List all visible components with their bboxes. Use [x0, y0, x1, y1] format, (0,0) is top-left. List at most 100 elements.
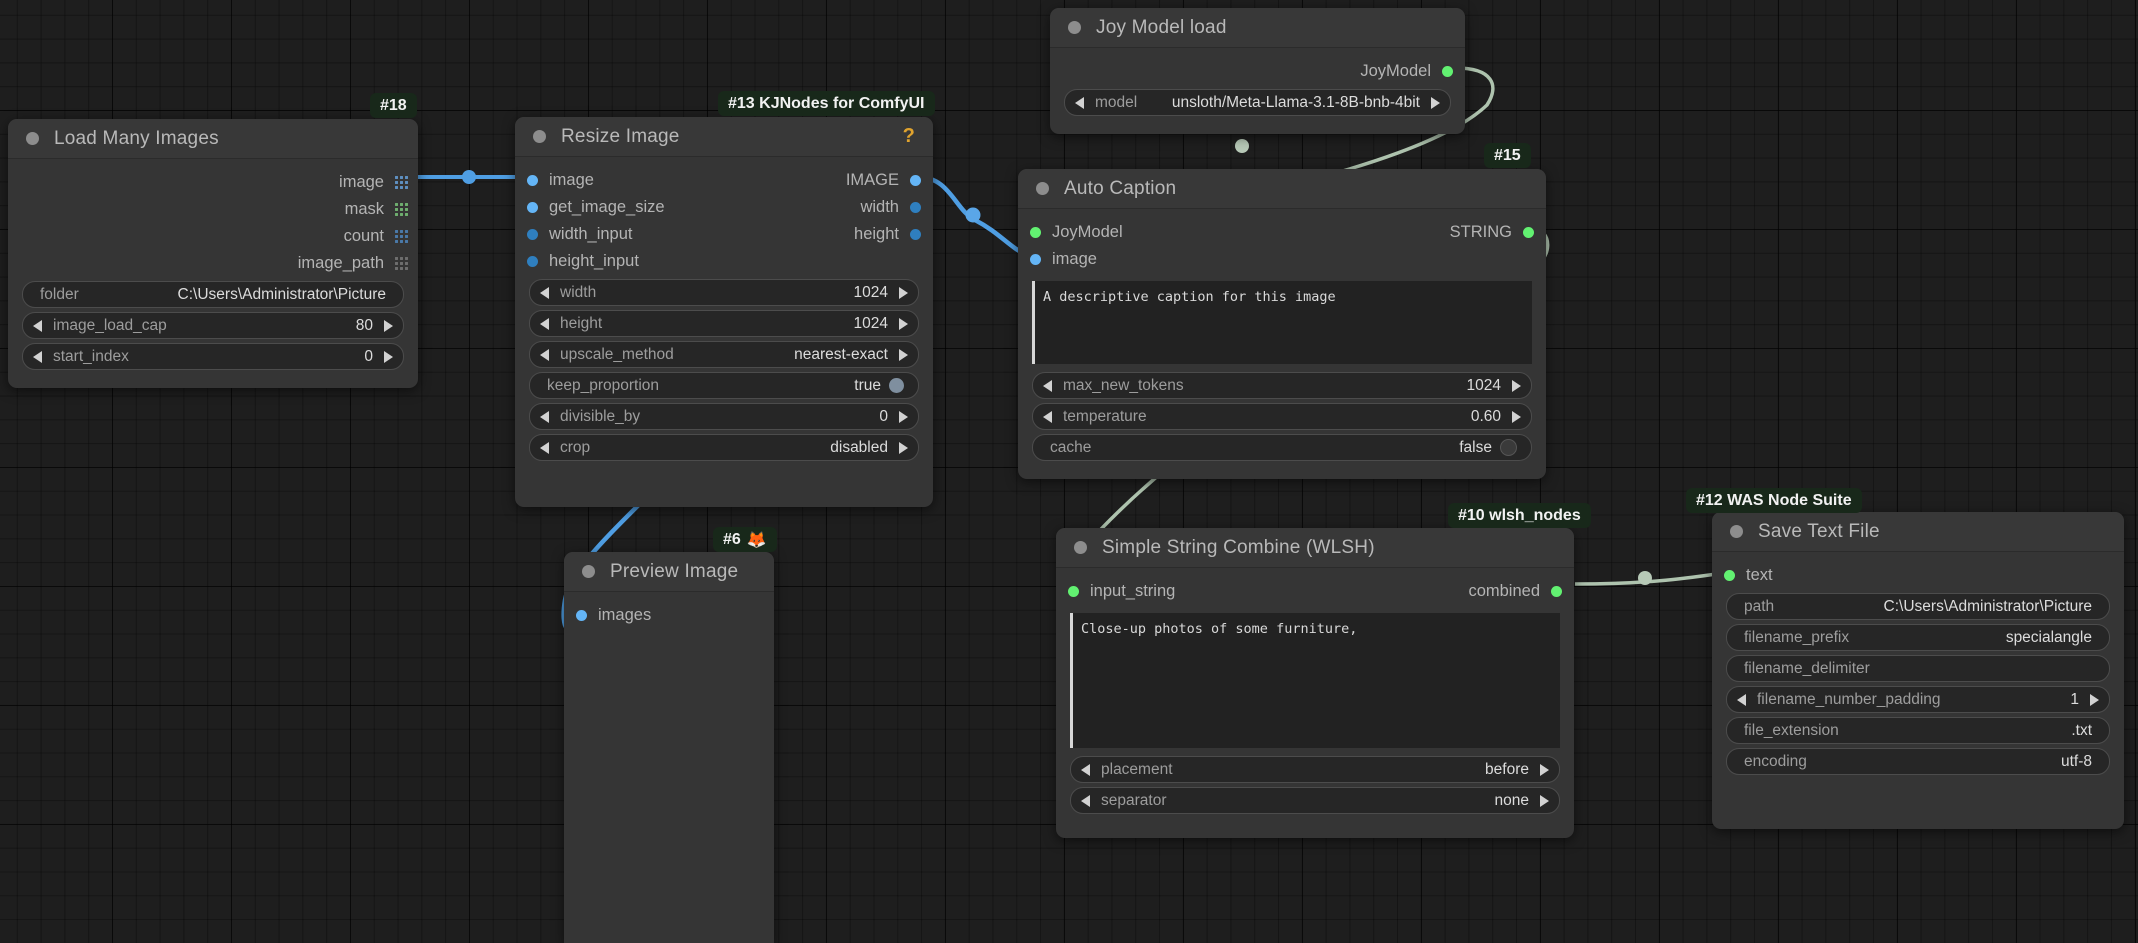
node-simple-string-combine[interactable]: Simple String Combine (WLSH) input_strin… — [1056, 528, 1574, 838]
slot-dot-icon[interactable] — [527, 256, 538, 267]
node-preview-image[interactable]: Preview Image images — [564, 552, 774, 943]
output-slot-image-path[interactable]: image_path — [8, 250, 418, 277]
slot-dot-icon[interactable] — [910, 175, 921, 186]
node-auto-caption[interactable]: Auto Caption JoyModel STRING image A des… — [1018, 169, 1546, 479]
grid-dots-icon[interactable] — [395, 230, 408, 243]
widget-path[interactable]: path C:\Users\Administrator\Picture — [1726, 593, 2110, 620]
node-save-text-file[interactable]: Save Text File text path C:\Users\Admini… — [1712, 512, 2124, 829]
increment-arrow-icon[interactable] — [384, 319, 393, 332]
slot-dot-icon[interactable] — [1068, 586, 1079, 597]
output-slot-image[interactable]: image — [8, 169, 418, 196]
collapse-icon[interactable] — [26, 132, 39, 145]
collapse-icon[interactable] — [1730, 525, 1743, 538]
widget-height[interactable]: height 1024 — [529, 310, 919, 337]
decrement-arrow-icon[interactable] — [540, 348, 549, 361]
increment-arrow-icon[interactable] — [899, 441, 908, 454]
widget-divisible-by[interactable]: divisible_by 0 — [529, 403, 919, 430]
node-resize-image[interactable]: Resize Image ? image IMAGE get_image_siz… — [515, 117, 933, 507]
widget-image-load-cap[interactable]: image_load_cap 80 — [22, 312, 404, 339]
grid-dots-icon[interactable] — [395, 203, 408, 216]
output-slot-width[interactable]: width — [860, 194, 933, 221]
input-slot-text[interactable]: text — [1712, 562, 2124, 589]
input-slot-image[interactable]: image — [1018, 246, 1546, 273]
widget-start-index[interactable]: start_index 0 — [22, 343, 404, 370]
widget-crop[interactable]: crop disabled — [529, 434, 919, 461]
slot-dot-icon[interactable] — [1523, 227, 1534, 238]
collapse-icon[interactable] — [1068, 21, 1081, 34]
collapse-icon[interactable] — [582, 565, 595, 578]
combine-textarea[interactable]: Close-up photos of some furniture, — [1070, 613, 1560, 748]
collapse-icon[interactable] — [1036, 182, 1049, 195]
widget-max-new-tokens[interactable]: max_new_tokens 1024 — [1032, 372, 1532, 399]
widget-filename-prefix[interactable]: filename_prefix specialangle — [1726, 624, 2110, 651]
decrement-arrow-icon[interactable] — [1737, 693, 1746, 706]
output-slot-string[interactable]: STRING — [1450, 219, 1546, 246]
increment-arrow-icon[interactable] — [899, 317, 908, 330]
decrement-arrow-icon[interactable] — [540, 410, 549, 423]
slot-dot-icon[interactable] — [910, 229, 921, 240]
input-slot-images[interactable]: images — [564, 602, 774, 629]
slot-dot-icon[interactable] — [527, 202, 538, 213]
widget-separator[interactable]: separator none — [1070, 787, 1560, 814]
node-title-bar[interactable]: Simple String Combine (WLSH) — [1056, 528, 1574, 568]
output-slot-image[interactable]: IMAGE — [846, 167, 933, 194]
decrement-arrow-icon[interactable] — [540, 317, 549, 330]
slot-dot-icon[interactable] — [1030, 254, 1041, 265]
slot-dot-icon[interactable] — [1724, 570, 1735, 581]
node-load-many-images[interactable]: Load Many Images image mask count image_… — [8, 119, 418, 388]
collapse-icon[interactable] — [1074, 541, 1087, 554]
decrement-arrow-icon[interactable] — [540, 441, 549, 454]
node-title-bar[interactable]: Save Text File — [1712, 512, 2124, 552]
node-title-bar[interactable]: Joy Model load — [1050, 8, 1465, 48]
decrement-arrow-icon[interactable] — [1043, 410, 1052, 423]
increment-arrow-icon[interactable] — [1540, 763, 1549, 776]
output-slot-joymodel[interactable]: JoyModel — [1050, 58, 1465, 85]
widget-filename-delimiter[interactable]: filename_delimiter — [1726, 655, 2110, 682]
output-slot-combined[interactable]: combined — [1468, 578, 1574, 605]
decrement-arrow-icon[interactable] — [1043, 379, 1052, 392]
increment-arrow-icon[interactable] — [899, 348, 908, 361]
widget-filename-number-padding[interactable]: filename_number_padding 1 — [1726, 686, 2110, 713]
widget-model[interactable]: model unsloth/Meta-Llama-3.1-8B-bnb-4bit — [1064, 89, 1451, 116]
widget-encoding[interactable]: encoding utf-8 — [1726, 748, 2110, 775]
decrement-arrow-icon[interactable] — [540, 286, 549, 299]
increment-arrow-icon[interactable] — [2090, 693, 2099, 706]
slot-dot-icon[interactable] — [576, 610, 587, 621]
increment-arrow-icon[interactable] — [899, 286, 908, 299]
node-title-bar[interactable]: Auto Caption — [1018, 169, 1546, 209]
grid-dots-icon[interactable] — [395, 176, 408, 189]
decrement-arrow-icon[interactable] — [1081, 794, 1090, 807]
slot-dot-icon[interactable] — [1442, 66, 1453, 77]
increment-arrow-icon[interactable] — [1540, 794, 1549, 807]
decrement-arrow-icon[interactable] — [33, 319, 42, 332]
increment-arrow-icon[interactable] — [1512, 410, 1521, 423]
slot-dot-icon[interactable] — [1030, 227, 1041, 238]
node-joy-model-load[interactable]: Joy Model load JoyModel model unsloth/Me… — [1050, 8, 1465, 134]
caption-textarea[interactable]: A descriptive caption for this image — [1032, 281, 1532, 364]
increment-arrow-icon[interactable] — [384, 350, 393, 363]
widget-width[interactable]: width 1024 — [529, 279, 919, 306]
output-slot-height[interactable]: height — [854, 221, 933, 248]
node-title-bar[interactable]: Load Many Images — [8, 119, 418, 159]
decrement-arrow-icon[interactable] — [1081, 763, 1090, 776]
widget-folder[interactable]: folder C:\Users\Administrator\Picture — [22, 281, 404, 308]
increment-arrow-icon[interactable] — [899, 410, 908, 423]
collapse-icon[interactable] — [533, 130, 546, 143]
grid-dots-icon[interactable] — [395, 257, 408, 270]
widget-cache[interactable]: cache false — [1032, 434, 1532, 461]
widget-placement[interactable]: placement before — [1070, 756, 1560, 783]
increment-arrow-icon[interactable] — [1512, 379, 1521, 392]
decrement-arrow-icon[interactable] — [1075, 96, 1084, 109]
slot-dot-icon[interactable] — [527, 229, 538, 240]
widget-keep-proportion[interactable]: keep_proportion true — [529, 372, 919, 399]
toggle-icon[interactable] — [889, 378, 904, 393]
input-slot-height-input[interactable]: height_input — [515, 248, 933, 275]
widget-temperature[interactable]: temperature 0.60 — [1032, 403, 1532, 430]
output-slot-mask[interactable]: mask — [8, 196, 418, 223]
increment-arrow-icon[interactable] — [1431, 96, 1440, 109]
decrement-arrow-icon[interactable] — [33, 350, 42, 363]
output-slot-count[interactable]: count — [8, 223, 418, 250]
help-icon[interactable]: ? — [903, 125, 915, 148]
toggle-icon[interactable] — [1500, 439, 1517, 456]
widget-upscale-method[interactable]: upscale_method nearest-exact — [529, 341, 919, 368]
